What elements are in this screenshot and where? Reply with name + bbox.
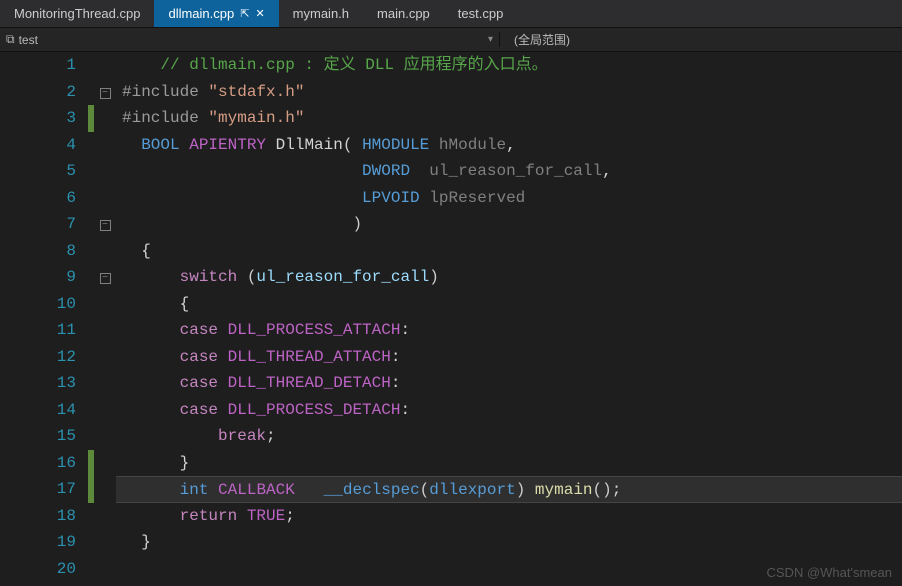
pin-icon[interactable]: ⇱ (240, 7, 249, 20)
project-icon: ⧉ (6, 32, 15, 47)
code-editor[interactable]: 1234567891011121314151617181920 − − − //… (0, 52, 902, 586)
tab-main[interactable]: main.cpp (363, 0, 444, 27)
code-line: case DLL_THREAD_DETACH: (116, 370, 902, 397)
line-number-gutter: 1234567891011121314151617181920 (0, 52, 88, 586)
code-line: } (116, 529, 902, 556)
chevron-down-icon: ▾ (488, 34, 493, 45)
tab-monitoringthread[interactable]: MonitoringThread.cpp (0, 0, 154, 27)
code-line: // dllmain.cpp : 定义 DLL 应用程序的入口点。 (116, 52, 902, 79)
tab-bar: MonitoringThread.cpp dllmain.cpp ⇱ ✕ mym… (0, 0, 902, 28)
code-line: case DLL_PROCESS_ATTACH: (116, 317, 902, 344)
code-line: ) (116, 211, 902, 238)
code-line: { (116, 291, 902, 318)
fold-toggle-icon[interactable]: − (100, 273, 111, 284)
code-line: { (116, 238, 902, 265)
code-line: } (116, 450, 902, 477)
tab-mymain[interactable]: mymain.h (279, 0, 363, 27)
code-line: LPVOID lpReserved (116, 185, 902, 212)
tab-dllmain[interactable]: dllmain.cpp ⇱ ✕ (154, 0, 278, 27)
nav-scope-label: (全局范围) (500, 31, 584, 48)
close-icon[interactable]: ✕ (255, 7, 264, 20)
code-line: switch (ul_reason_for_call) (116, 264, 902, 291)
nav-scope-dropdown[interactable]: ⧉ test ▾ (0, 32, 500, 47)
nav-bar: ⧉ test ▾ (全局范围) (0, 28, 902, 52)
code-line: case DLL_PROCESS_DETACH: (116, 397, 902, 424)
tab-test[interactable]: test.cpp (444, 0, 518, 27)
code-line: case DLL_THREAD_ATTACH: (116, 344, 902, 371)
code-line: break; (116, 423, 902, 450)
fold-toggle-icon[interactable]: − (100, 88, 111, 99)
fold-toggle-icon[interactable]: − (100, 220, 111, 231)
code-line: return TRUE; (116, 503, 902, 530)
code-line: #include "stdafx.h" (116, 79, 902, 106)
code-area[interactable]: // dllmain.cpp : 定义 DLL 应用程序的入口点。 #inclu… (116, 52, 902, 586)
code-line: BOOL APIENTRY DllMain( HMODULE hModule, (116, 132, 902, 159)
watermark: CSDN @What'smean (767, 565, 893, 580)
code-line-current: int CALLBACK __declspec(dllexport) mymai… (116, 476, 902, 503)
fold-column: − − − (94, 52, 116, 586)
code-line: #include "mymain.h" (116, 105, 902, 132)
project-name: test (19, 33, 38, 47)
code-line: DWORD ul_reason_for_call, (116, 158, 902, 185)
